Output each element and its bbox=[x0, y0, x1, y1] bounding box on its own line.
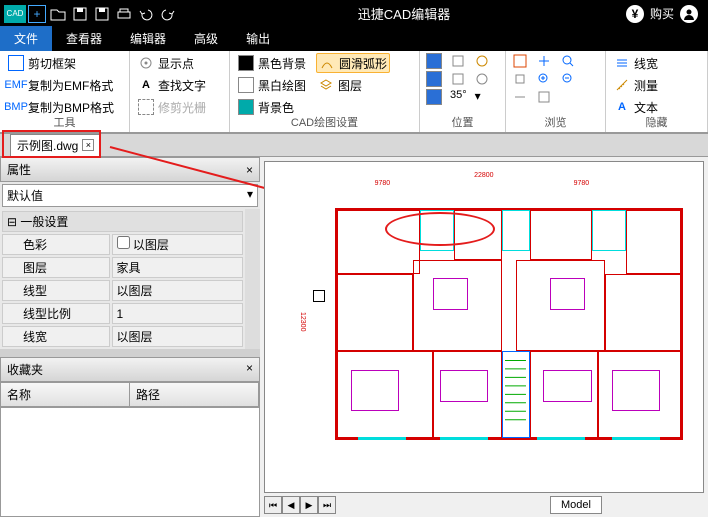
pos-icon-1[interactable] bbox=[426, 53, 442, 69]
browse-icon-5[interactable] bbox=[536, 71, 552, 87]
open-icon[interactable] bbox=[48, 4, 68, 24]
browse-icon-1[interactable] bbox=[512, 53, 528, 69]
category-general[interactable]: ⊟ 一般设置 bbox=[2, 211, 243, 232]
col-name[interactable]: 名称 bbox=[1, 383, 130, 406]
browse-icon-7[interactable] bbox=[512, 89, 528, 105]
ribbon: 剪切框架 EMF复制为EMF格式 BMP复制为BMP格式 工具 显示点 A查找文… bbox=[0, 51, 708, 133]
prop-key: 线宽 bbox=[2, 326, 110, 347]
prop-key: 线型比例 bbox=[2, 303, 110, 324]
default-value-dropdown[interactable]: 默认值▾ bbox=[2, 184, 258, 207]
menu-tabs: 文件 查看器 编辑器 高级 输出 bbox=[0, 27, 708, 51]
app-logo[interactable]: CAD bbox=[4, 5, 26, 23]
cut-frame-button[interactable]: 剪切框架 bbox=[6, 53, 123, 73]
dim-label: 22800 bbox=[474, 172, 493, 179]
prop-val[interactable]: 以图层 bbox=[112, 234, 243, 255]
file-tab[interactable]: 示例图.dwg × bbox=[10, 134, 101, 157]
group-hide-label: 隐藏 bbox=[606, 114, 707, 130]
pos-icon-2[interactable] bbox=[450, 53, 466, 69]
group-browse-label: 浏览 bbox=[506, 114, 605, 130]
dim-label: 9780 bbox=[574, 180, 590, 187]
tab-editor[interactable]: 编辑器 bbox=[116, 26, 180, 51]
group-cad-label: CAD绘图设置 bbox=[230, 114, 419, 130]
prop-val[interactable]: 以图层 bbox=[112, 326, 243, 347]
bw-drawing-button[interactable]: 黑白绘图 bbox=[236, 75, 308, 95]
panel-close-icon[interactable]: × bbox=[246, 163, 253, 177]
prop-val[interactable]: 1 bbox=[112, 303, 243, 324]
canvas-area: 22800 9780 9780 12300 bbox=[260, 157, 708, 517]
title-bar: CAD + 迅捷CAD编辑器 ¥ 购买 bbox=[0, 0, 708, 27]
group-tools-label: 工具 bbox=[0, 114, 129, 130]
left-panel: 属性× 默认值▾ ⊟ 一般设置 色彩 以图层 图层家具 线型以图层 线型比例1 … bbox=[0, 157, 260, 517]
properties-scrollbar[interactable] bbox=[245, 209, 260, 349]
browse-icon-4[interactable] bbox=[512, 71, 528, 87]
new-icon[interactable]: + bbox=[28, 5, 46, 23]
plan-outline bbox=[335, 208, 683, 440]
purchase-link[interactable]: 购买 bbox=[650, 5, 674, 22]
quick-access-toolbar: CAD + bbox=[0, 4, 182, 24]
drawing-canvas[interactable]: 22800 9780 9780 12300 bbox=[264, 161, 704, 493]
sheet-nav: ⏮ ◀ ▶ ⏭ bbox=[264, 496, 336, 514]
properties-header: 属性× bbox=[0, 157, 260, 182]
undo-icon[interactable] bbox=[136, 4, 156, 24]
user-icon[interactable] bbox=[680, 5, 698, 23]
find-text-button[interactable]: A查找文字 bbox=[136, 75, 223, 95]
prop-val[interactable]: 以图层 bbox=[112, 280, 243, 301]
favorites-body[interactable] bbox=[0, 407, 260, 517]
tab-file[interactable]: 文件 bbox=[0, 26, 52, 51]
color-checkbox[interactable] bbox=[117, 236, 130, 249]
rotation-dropdown-icon[interactable]: ▾ bbox=[475, 89, 481, 105]
file-tab-name: 示例图.dwg bbox=[17, 137, 78, 154]
save-as-icon[interactable] bbox=[92, 4, 112, 24]
tab-output[interactable]: 输出 bbox=[232, 26, 284, 51]
measure-button[interactable]: 测量 bbox=[612, 75, 701, 95]
browse-icon-2[interactable] bbox=[536, 53, 552, 69]
prop-key: 图层 bbox=[2, 257, 110, 278]
dim-label: 9780 bbox=[375, 180, 391, 187]
pos-icon-7[interactable] bbox=[426, 89, 442, 105]
print-icon[interactable] bbox=[114, 4, 134, 24]
tab-advanced[interactable]: 高级 bbox=[180, 26, 232, 51]
pos-icon-5[interactable] bbox=[450, 71, 466, 87]
line-width-button[interactable]: 线宽 bbox=[612, 53, 701, 73]
smooth-arc-button[interactable]: 圆滑弧形 bbox=[316, 53, 390, 73]
tab-viewer[interactable]: 查看器 bbox=[52, 26, 116, 51]
app-title: 迅捷CAD编辑器 bbox=[182, 4, 626, 23]
model-tab[interactable]: Model bbox=[550, 496, 602, 514]
currency-icon[interactable]: ¥ bbox=[626, 5, 644, 23]
col-path[interactable]: 路径 bbox=[130, 383, 259, 406]
layers-button[interactable]: 图层 bbox=[316, 75, 364, 95]
panel-close-icon[interactable]: × bbox=[246, 361, 253, 375]
save-icon[interactable] bbox=[70, 4, 90, 24]
sheet-last-icon[interactable]: ⏭ bbox=[318, 496, 336, 514]
show-point-button[interactable]: 显示点 bbox=[136, 53, 223, 73]
prop-key: 线型 bbox=[2, 280, 110, 301]
sheet-next-icon[interactable]: ▶ bbox=[300, 496, 318, 514]
browse-icon-8[interactable] bbox=[536, 89, 552, 105]
prop-key: 色彩 bbox=[2, 234, 110, 255]
main-area: 属性× 默认值▾ ⊟ 一般设置 色彩 以图层 图层家具 线型以图层 线型比例1 … bbox=[0, 157, 708, 517]
ucs-origin-icon bbox=[313, 290, 325, 302]
dim-label: 12300 bbox=[299, 312, 306, 331]
redo-icon[interactable] bbox=[158, 4, 178, 24]
favorites-header: 收藏夹× bbox=[0, 357, 260, 382]
sheet-first-icon[interactable]: ⏮ bbox=[264, 496, 282, 514]
sheet-prev-icon[interactable]: ◀ bbox=[282, 496, 300, 514]
browse-icon-6[interactable] bbox=[560, 71, 576, 87]
properties-table: ⊟ 一般设置 色彩 以图层 图层家具 线型以图层 线型比例1 线宽以图层 bbox=[0, 209, 245, 349]
pos-icon-4[interactable] bbox=[426, 71, 442, 87]
pos-icon-3[interactable] bbox=[474, 53, 490, 69]
floor-plan: 22800 9780 9780 12300 bbox=[295, 172, 693, 482]
copy-emf-button[interactable]: EMF复制为EMF格式 bbox=[6, 75, 123, 95]
prop-val[interactable]: 家具 bbox=[112, 257, 243, 278]
trim-raster-button[interactable]: 修剪光栅 bbox=[136, 97, 223, 117]
pos-icon-6[interactable] bbox=[474, 71, 490, 87]
group-position-label: 位置 bbox=[420, 114, 505, 130]
browse-icon-3[interactable] bbox=[560, 53, 576, 69]
favorites-columns: 名称 路径 bbox=[0, 382, 260, 407]
file-tabs-row: 示例图.dwg × bbox=[0, 133, 708, 157]
black-bg-button[interactable]: 黑色背景 bbox=[236, 53, 308, 73]
rotation-value[interactable]: 35° bbox=[450, 89, 467, 105]
file-tab-close-icon[interactable]: × bbox=[82, 139, 94, 151]
